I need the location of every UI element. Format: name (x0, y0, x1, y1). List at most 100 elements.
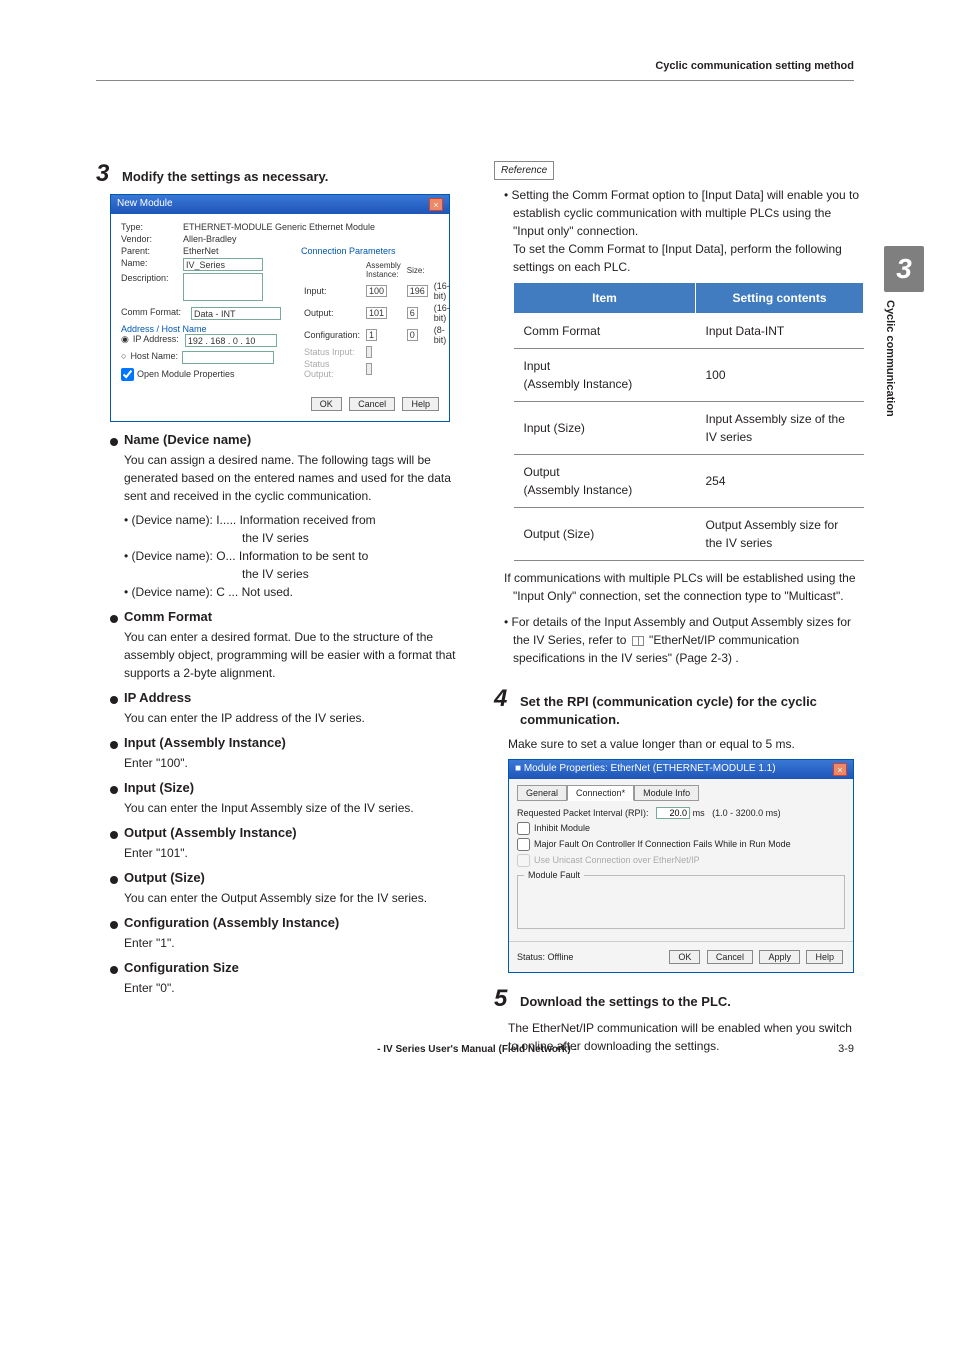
reference-note: If communications with multiple PLCs wil… (513, 569, 864, 605)
device-name-i-cont: the IV series (124, 529, 466, 547)
close-icon[interactable]: × (833, 763, 847, 776)
unicast-checkbox (517, 854, 530, 867)
close-icon[interactable]: × (429, 198, 443, 211)
section-output-size-text: You can enter the Output Assembly size f… (124, 889, 466, 907)
section-comm-text: You can enter a desired format. Due to t… (124, 628, 466, 682)
vendor-label: Vendor: (121, 234, 183, 244)
module-fault-group: Module Fault (517, 875, 845, 929)
input-instance[interactable]: 100 (366, 285, 387, 297)
type-label: Type: (121, 222, 183, 232)
ok-button[interactable]: OK (669, 950, 700, 964)
name-input[interactable]: IV_Series (183, 258, 263, 271)
inhibit-checkbox[interactable] (517, 822, 530, 835)
unit-16bit: (16-bit) (431, 280, 453, 302)
config-size[interactable]: 0 (407, 329, 418, 341)
status-label: Status: (517, 952, 545, 962)
header-rule (96, 80, 854, 81)
output-instance[interactable]: 101 (366, 307, 387, 319)
major-fault-checkbox[interactable] (517, 838, 530, 851)
bullet-icon (110, 696, 118, 704)
reference-item-1: • Setting the Comm Format option to [Inp… (504, 186, 864, 605)
desc-input[interactable] (183, 273, 263, 301)
hostname-input[interactable] (182, 351, 274, 364)
device-name-o: • (Device name): O... Information to be … (124, 547, 466, 565)
rpi-value[interactable]: 20.0 (656, 807, 690, 819)
input-row-label: Input: (301, 280, 363, 302)
footer-title: - IV Series User's Manual (Field Network… (377, 1044, 577, 1055)
section-config-instance-text: Enter "1". (124, 934, 466, 952)
output-row-label: Output: (301, 302, 363, 324)
conn-params-header: Connection Parameters (301, 246, 453, 256)
right-column: Reference • Setting the Comm Format opti… (494, 160, 864, 1055)
commformat-select[interactable]: Data - INT (191, 307, 281, 320)
page: Cyclic communication setting method 3 Cy… (0, 0, 954, 1095)
section-input-instance-text: Enter "100". (124, 754, 466, 772)
bullet-icon (110, 786, 118, 794)
table-cell: 254 (696, 455, 864, 508)
config-row-label: Configuration: (301, 324, 363, 346)
help-button[interactable]: Help (806, 950, 843, 964)
module-properties-dialog: ■ Module Properties: EtherNet (ETHERNET-… (508, 759, 854, 973)
status-output-field (366, 363, 372, 375)
device-name-c: • (Device name): C ... Not used. (124, 583, 466, 601)
tab-general[interactable]: General (517, 785, 567, 801)
open-properties-checkbox[interactable] (121, 368, 134, 381)
step-4-subtext: Make sure to set a value longer than or … (508, 735, 864, 753)
section-config-instance: Configuration (Assembly Instance) (124, 915, 339, 930)
major-fault-label: Major Fault On Controller If Connection … (534, 839, 791, 849)
col-size: Size: (404, 260, 431, 280)
name-label: Name: (121, 258, 183, 271)
dialog-title: ■ Module Properties: EtherNet (ETHERNET-… (515, 763, 776, 776)
section-output-size: Output (Size) (124, 870, 205, 885)
tab-module-info[interactable]: Module Info (634, 785, 699, 801)
help-button[interactable]: Help (402, 397, 439, 411)
section-name: Name (Device name) (124, 432, 251, 447)
table-cell: Input (Assembly Instance) (514, 349, 696, 402)
section-output-instance: Output (Assembly Instance) (124, 825, 297, 840)
section-input-size-text: You can enter the Input Assembly size of… (124, 799, 466, 817)
rpi-range: (1.0 - 3200.0 ms) (712, 808, 781, 818)
ip-input[interactable]: 192 . 168 . 0 . 10 (185, 334, 277, 347)
cancel-button[interactable]: Cancel (349, 397, 395, 411)
apply-button[interactable]: Apply (759, 950, 800, 964)
section-input-instance: Input (Assembly Instance) (124, 735, 286, 750)
status-value: Offline (548, 952, 574, 962)
config-instance[interactable]: 1 (366, 329, 377, 341)
step-5-heading: 5 Download the settings to the PLC. (494, 985, 864, 1013)
input-size[interactable]: 196 (407, 285, 428, 297)
desc-label: Description: (121, 273, 183, 301)
open-properties-label: Open Module Properties (137, 369, 235, 379)
chapter-title: Cyclic communication (884, 300, 896, 450)
section-ip: IP Address (124, 690, 191, 705)
step-3-heading: 3 Modify the settings as necessary. (96, 160, 466, 188)
status-output-label: Status Output: (301, 358, 363, 380)
section-config-size: Configuration Size (124, 960, 239, 975)
unicast-label: Use Unicast Connection over EtherNet/IP (534, 855, 700, 865)
table-header-item: Item (514, 283, 696, 314)
inhibit-label: Inhibit Module (534, 823, 590, 833)
step-number: 3 (96, 160, 116, 188)
table-cell: Output (Assembly Instance) (514, 455, 696, 508)
cancel-button[interactable]: Cancel (707, 950, 753, 964)
bullet-icon (110, 615, 118, 623)
col-assembly-instance: Assembly Instance: (363, 260, 404, 280)
table-cell: 100 (696, 349, 864, 402)
side-tab: 3 Cyclic communication (884, 246, 924, 450)
hostname-label: Host Name: (130, 351, 182, 364)
tab-connection[interactable]: Connection* (567, 785, 634, 801)
section-ip-text: You can enter the IP address of the IV s… (124, 709, 466, 727)
bullet-icon (110, 831, 118, 839)
ok-button[interactable]: OK (311, 397, 342, 411)
type-value: ETHERNET-MODULE Generic Ethernet Module (183, 222, 439, 232)
rpi-label: Requested Packet Interval (RPI): (517, 808, 649, 818)
bullet-icon (110, 438, 118, 446)
parent-label: Parent: (121, 246, 183, 256)
rpi-unit: ms (693, 808, 705, 818)
output-size[interactable]: 6 (407, 307, 418, 319)
step-text: Modify the settings as necessary. (122, 168, 328, 186)
reference-box: Reference • Setting the Comm Format opti… (494, 160, 864, 667)
tabs: General Connection* Module Info (517, 785, 845, 801)
section-comm-format: Comm Format (124, 609, 212, 624)
table-cell: Input Data-INT (696, 314, 864, 349)
bullet-icon (110, 876, 118, 884)
